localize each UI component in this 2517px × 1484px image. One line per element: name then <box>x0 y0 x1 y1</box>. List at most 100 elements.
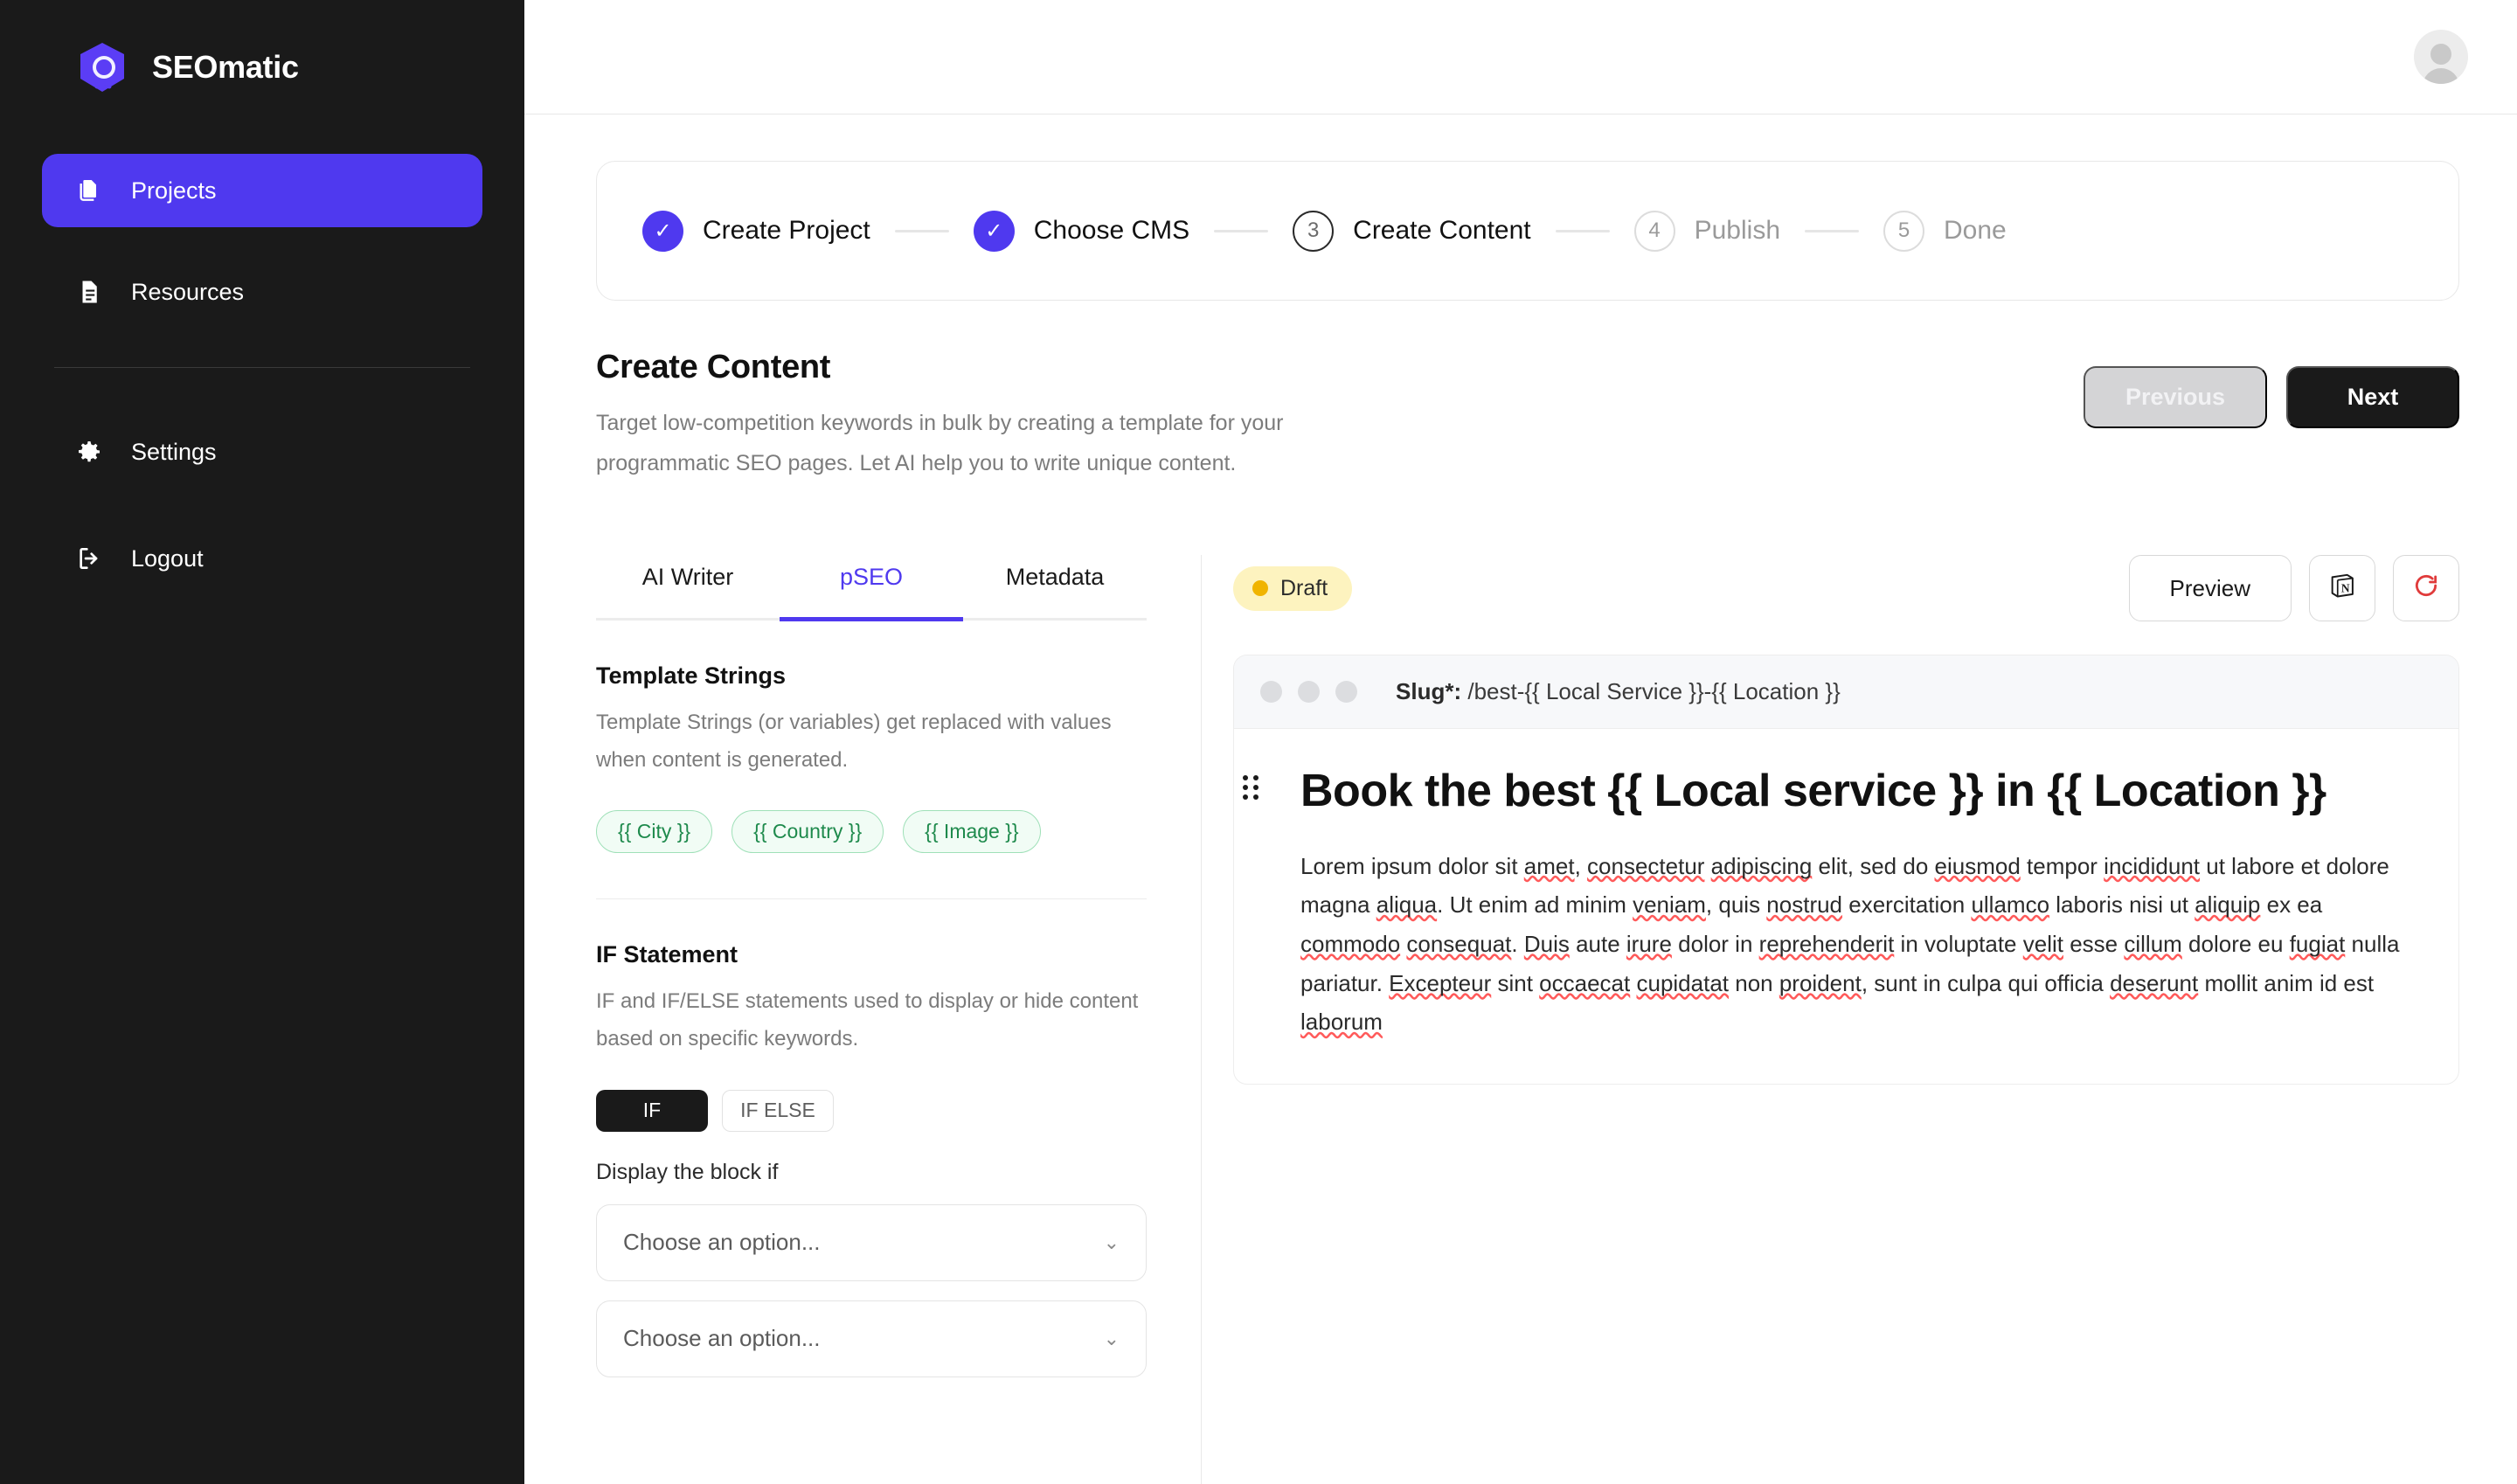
document-lines-icon <box>73 276 105 308</box>
document-card: Slug*: /best-{{ Local Service }}-{{ Loca… <box>1233 655 2459 1085</box>
step-connector <box>1214 230 1268 232</box>
slug-key: Slug*: <box>1396 678 1461 704</box>
step-label: Create Content <box>1353 216 1530 246</box>
status-badge: Draft <box>1233 566 1352 611</box>
document-title-bar: Slug*: /best-{{ Local Service }}-{{ Loca… <box>1234 655 2458 729</box>
document-body: + Book the best {{ Local service }} in {… <box>1234 729 2458 1084</box>
tab-ai-writer[interactable]: AI Writer <box>596 555 780 618</box>
step-done[interactable]: 5 Done <box>1883 211 2007 252</box>
tab-pseo[interactable]: pSEO <box>780 555 963 621</box>
slug-value: /best-{{ Local Service }}-{{ Location }} <box>1467 678 1840 704</box>
avatar[interactable] <box>2414 30 2468 84</box>
window-dot-icon <box>1260 681 1282 703</box>
sidebar-item-resources[interactable]: Resources <box>42 255 482 329</box>
status-dot-icon <box>1252 580 1268 596</box>
preview-pane: Draft Preview N <box>1201 555 2459 1484</box>
template-strings-section: Template Strings Template Strings (or va… <box>596 621 1147 853</box>
chevron-down-icon: ⌄ <box>1104 1231 1120 1254</box>
chip-city[interactable]: {{ City }} <box>596 810 712 853</box>
wizard-buttons: Previous Next <box>2084 366 2459 428</box>
section-title: Template Strings <box>596 662 1147 690</box>
sidebar-item-label: Settings <box>131 439 217 466</box>
sidebar-item-projects[interactable]: Projects <box>42 154 482 227</box>
svg-text:N: N <box>2341 581 2350 594</box>
regenerate-button[interactable] <box>2393 555 2459 621</box>
drag-handle-icon[interactable] <box>1243 775 1259 800</box>
window-dot-icon <box>1335 681 1357 703</box>
settings-pane: AI Writer pSEO Metadata Template Strings… <box>596 555 1201 1484</box>
previous-button[interactable]: Previous <box>2084 366 2267 428</box>
toggle-if[interactable]: IF <box>596 1090 708 1132</box>
logout-arrow-icon <box>73 543 105 574</box>
brand[interactable]: SEOmatic <box>42 0 482 94</box>
preview-actions: Preview N <box>2129 555 2459 621</box>
page-description: Target low-competition keywords in bulk … <box>596 404 1286 483</box>
content-area: ✓ Create Project ✓ Choose CMS 3 Create C… <box>524 114 2517 1484</box>
top-bar <box>524 0 2517 114</box>
next-button[interactable]: Next <box>2286 366 2459 428</box>
sidebar-item-logout[interactable]: Logout <box>42 522 482 595</box>
seomatic-logo-icon <box>75 40 129 94</box>
step-label: Done <box>1944 216 2007 246</box>
template-string-chips: {{ City }} {{ Country }} {{ Image }} <box>596 810 1147 853</box>
step-connector <box>1556 230 1610 232</box>
status-badge-label: Draft <box>1280 576 1328 601</box>
section-description: IF and IF/ELSE statements used to displa… <box>596 983 1147 1058</box>
select-value: Choose an option... <box>623 1325 821 1352</box>
tab-metadata[interactable]: Metadata <box>963 555 1147 618</box>
page-header: Create Content Target low-competition ke… <box>596 349 2459 483</box>
sidebar-item-label: Resources <box>131 279 244 306</box>
chip-image[interactable]: {{ Image }} <box>903 810 1040 853</box>
sidebar-item-settings[interactable]: Settings <box>42 415 482 489</box>
sidebar: SEOmatic Projects <box>0 0 524 1484</box>
chip-country[interactable]: {{ Country }} <box>732 810 884 853</box>
document-heading[interactable]: Book the best {{ Local service }} in {{ … <box>1272 762 2423 821</box>
sidebar-item-label: Logout <box>131 545 204 572</box>
copy-document-icon <box>73 175 105 206</box>
condition-select-1[interactable]: Choose an option... ⌄ <box>596 1204 1147 1281</box>
toggle-if-else[interactable]: IF ELSE <box>722 1090 834 1132</box>
sidebar-divider <box>54 367 470 368</box>
page-header-text: Create Content Target low-competition ke… <box>596 349 1286 483</box>
document-paragraph[interactable]: Lorem ipsum dolor sit amet, consectetur … <box>1272 847 2423 1043</box>
section-title: IF Statement <box>596 941 1147 968</box>
preview-toolbar: Draft Preview N <box>1233 555 2459 621</box>
page-title: Create Content <box>596 349 1286 386</box>
step-choose-cms[interactable]: ✓ Choose CMS <box>974 211 1189 252</box>
preview-button[interactable]: Preview <box>2129 555 2292 621</box>
step-label: Create Project <box>703 216 870 246</box>
step-bullet: ✓ <box>642 211 683 252</box>
sidebar-nav: Projects Resources <box>42 154 482 595</box>
step-create-content[interactable]: 3 Create Content <box>1293 211 1530 252</box>
step-bullet: 5 <box>1883 211 1924 252</box>
step-publish[interactable]: 4 Publish <box>1634 211 1780 252</box>
step-bullet: 3 <box>1293 211 1334 252</box>
step-bullet: 4 <box>1634 211 1675 252</box>
if-toggle-group: IF IF ELSE <box>596 1090 1147 1132</box>
step-label: Publish <box>1695 216 1780 246</box>
if-statement-section: IF Statement IF and IF/ELSE statements u… <box>596 899 1147 1377</box>
display-block-if-label: Display the block if <box>596 1160 1147 1185</box>
sidebar-item-label: Projects <box>131 177 217 205</box>
main-area: ✓ Create Project ✓ Choose CMS 3 Create C… <box>524 0 2517 1484</box>
condition-select-2[interactable]: Choose an option... ⌄ <box>596 1300 1147 1377</box>
notion-logo-icon: N <box>2327 571 2357 607</box>
chevron-down-icon: ⌄ <box>1104 1328 1120 1350</box>
step-create-project[interactable]: ✓ Create Project <box>642 211 870 252</box>
brand-name: SEOmatic <box>152 49 299 86</box>
step-connector <box>895 230 949 232</box>
notion-export-button[interactable]: N <box>2309 555 2375 621</box>
gear-icon <box>73 436 105 468</box>
tab-bar: AI Writer pSEO Metadata <box>596 555 1147 621</box>
stepper: ✓ Create Project ✓ Choose CMS 3 Create C… <box>596 161 2459 301</box>
step-label: Choose CMS <box>1034 216 1189 246</box>
block-gutter-controls: + <box>1233 773 1259 802</box>
app-root: SEOmatic Projects <box>0 0 2517 1484</box>
window-dot-icon <box>1298 681 1320 703</box>
slug-display[interactable]: Slug*: /best-{{ Local Service }}-{{ Loca… <box>1396 678 1841 705</box>
step-connector <box>1805 230 1859 232</box>
select-value: Choose an option... <box>623 1229 821 1256</box>
section-description: Template Strings (or variables) get repl… <box>596 704 1147 779</box>
step-bullet: ✓ <box>974 211 1015 252</box>
editor-split: AI Writer pSEO Metadata Template Strings… <box>596 555 2459 1484</box>
